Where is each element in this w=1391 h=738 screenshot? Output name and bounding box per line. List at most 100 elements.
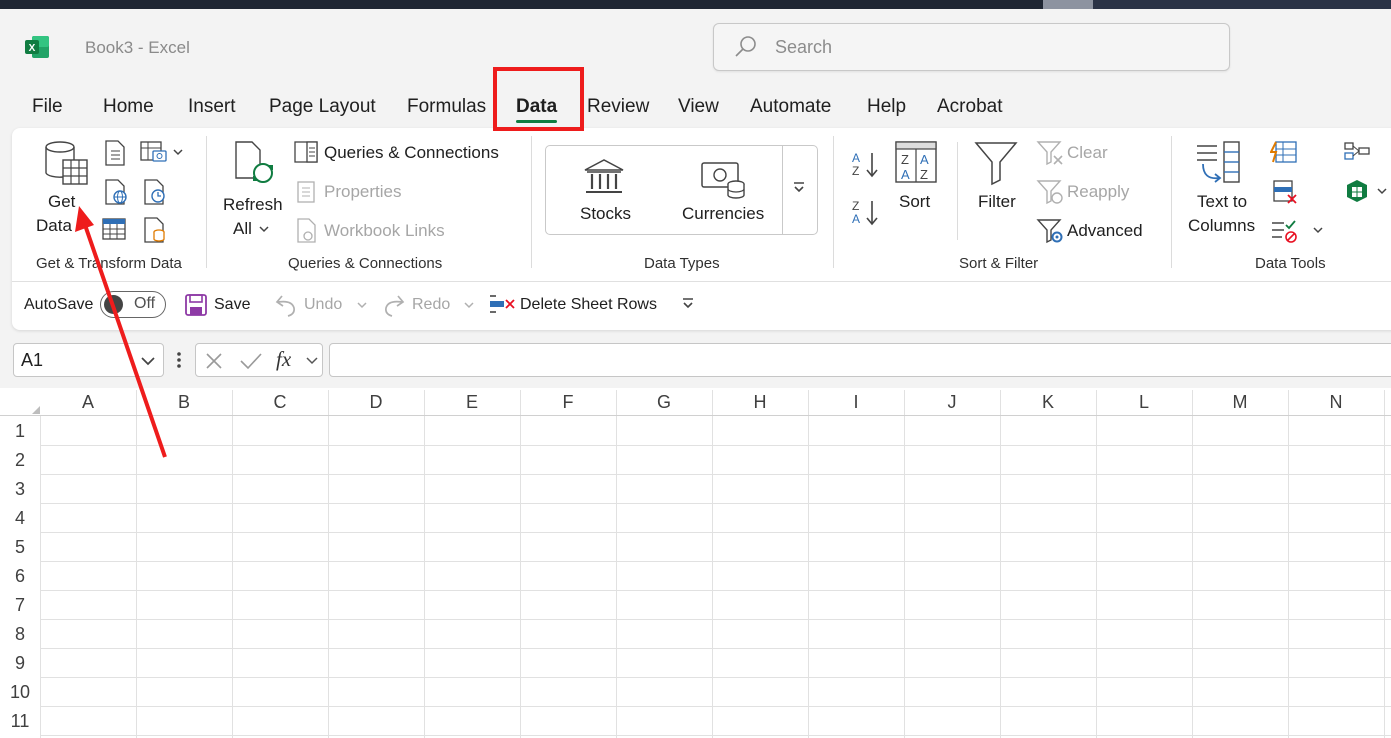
row-line — [40, 590, 1391, 591]
properties-icon[interactable] — [296, 180, 318, 204]
chevron-down-icon[interactable] — [258, 223, 270, 235]
column-line — [232, 416, 233, 738]
column-header[interactable]: I — [808, 388, 904, 415]
customize-toolbar-icon[interactable] — [681, 297, 695, 311]
consolidate-icon[interactable] — [1343, 140, 1371, 164]
currencies-button[interactable]: Currencies — [682, 204, 764, 224]
data-validation-icon[interactable] — [1270, 218, 1300, 244]
chevron-down-icon[interactable] — [1376, 185, 1388, 197]
row-header[interactable]: 10 — [0, 677, 40, 706]
excel-logo-icon: X — [25, 36, 49, 58]
chevron-down-icon[interactable] — [305, 355, 319, 367]
row-header[interactable]: 8 — [0, 619, 40, 648]
from-text-csv-icon[interactable] — [103, 140, 127, 166]
stocks-bank-icon[interactable] — [583, 158, 625, 196]
row-header[interactable]: 6 — [0, 561, 40, 590]
delete-sheet-rows-button[interactable]: Delete Sheet Rows — [520, 296, 657, 314]
formula-input[interactable] — [329, 343, 1391, 377]
reapply-button[interactable]: Reapply — [1067, 182, 1129, 202]
row-header[interactable]: 3 — [0, 474, 40, 503]
filter-funnel-icon — [974, 142, 1018, 186]
advanced-filter-icon[interactable] — [1036, 218, 1064, 244]
flash-fill-icon[interactable] — [1270, 140, 1298, 164]
tab-insert[interactable]: Insert — [188, 96, 236, 118]
data-model-icon[interactable] — [1344, 178, 1372, 204]
name-box-value: A1 — [21, 350, 44, 370]
tab-view[interactable]: View — [678, 96, 719, 118]
properties-button[interactable]: Properties — [324, 182, 401, 202]
column-header[interactable]: E — [424, 388, 520, 415]
advanced-button[interactable]: Advanced — [1067, 221, 1143, 241]
column-header[interactable]: G — [616, 388, 712, 415]
undo-button[interactable]: Undo — [304, 296, 342, 314]
tab-page-layout[interactable]: Page Layout — [269, 96, 376, 118]
refresh-all-label-2[interactable]: All — [233, 219, 252, 239]
column-header[interactable]: K — [1000, 388, 1096, 415]
column-header[interactable]: J — [904, 388, 1000, 415]
tab-home[interactable]: Home — [103, 96, 154, 118]
currencies-icon[interactable] — [700, 160, 748, 200]
from-picture-icon[interactable] — [140, 140, 168, 164]
clear-button[interactable]: Clear — [1067, 143, 1108, 163]
row-header[interactable]: 9 — [0, 648, 40, 677]
column-header[interactable]: H — [712, 388, 808, 415]
save-icon[interactable] — [184, 293, 208, 317]
group-divider — [1171, 136, 1172, 268]
queries-connections-button[interactable]: Queries & Connections — [324, 143, 499, 163]
save-button[interactable]: Save — [214, 296, 250, 314]
delete-sheet-rows-icon[interactable] — [488, 293, 516, 317]
chevron-down-icon[interactable] — [1312, 224, 1324, 236]
row-header[interactable]: 4 — [0, 503, 40, 532]
worksheet-grid[interactable] — [0, 388, 1391, 738]
svg-text:A: A — [920, 152, 929, 167]
chevron-down-icon[interactable] — [172, 146, 184, 158]
tab-formulas[interactable]: Formulas — [407, 96, 486, 118]
text-to-columns-label-1[interactable]: Text to — [1197, 192, 1247, 212]
redo-icon[interactable] — [382, 292, 406, 318]
tab-help[interactable]: Help — [867, 96, 906, 118]
column-header[interactable]: C — [232, 388, 328, 415]
tab-acrobat[interactable]: Acrobat — [937, 96, 1002, 118]
row-header[interactable]: 7 — [0, 590, 40, 619]
row-header[interactable]: 1 — [0, 416, 40, 445]
chevron-down-icon[interactable] — [463, 299, 475, 311]
reapply-filter-icon[interactable] — [1036, 179, 1064, 205]
remove-duplicates-icon[interactable] — [1272, 179, 1298, 205]
svg-text:A: A — [852, 212, 860, 226]
insert-function-button[interactable]: fx — [276, 347, 291, 372]
workbook-links-button[interactable]: Workbook Links — [324, 221, 445, 241]
column-header[interactable]: D — [328, 388, 424, 415]
tab-review[interactable]: Review — [587, 96, 649, 118]
row-line — [40, 619, 1391, 620]
row-header[interactable]: 5 — [0, 532, 40, 561]
column-header[interactable]: F — [520, 388, 616, 415]
os-taskbar-strip — [0, 0, 1391, 9]
clear-filter-icon[interactable] — [1036, 140, 1064, 166]
tab-automate[interactable]: Automate — [750, 96, 831, 118]
svg-text:Z: Z — [852, 164, 859, 178]
enter-check-icon[interactable] — [239, 352, 263, 370]
refresh-all-label-1[interactable]: Refresh — [223, 195, 283, 215]
cancel-icon[interactable] — [205, 352, 223, 370]
sort-button[interactable]: Sort — [899, 192, 930, 212]
search-input[interactable]: Search — [713, 23, 1230, 71]
get-data-label-2[interactable]: Data — [36, 216, 72, 236]
redo-button[interactable]: Redo — [412, 296, 450, 314]
column-header[interactable]: M — [1192, 388, 1288, 415]
row-header[interactable]: 2 — [0, 445, 40, 474]
row-header[interactable]: 11 — [0, 706, 40, 735]
gallery-expand-icon[interactable] — [792, 181, 806, 195]
queries-connections-icon[interactable] — [294, 141, 318, 163]
tab-file[interactable]: File — [32, 96, 63, 118]
sort-a-to-z-icon[interactable]: AZ — [850, 150, 880, 178]
sort-z-to-a-icon[interactable]: ZA — [850, 198, 880, 226]
svg-text:A: A — [852, 151, 860, 165]
column-header[interactable]: N — [1288, 388, 1384, 415]
stocks-button[interactable]: Stocks — [580, 204, 631, 224]
undo-icon[interactable] — [274, 292, 298, 318]
workbook-links-icon[interactable] — [296, 218, 318, 244]
column-header[interactable]: L — [1096, 388, 1192, 415]
text-to-columns-label-2[interactable]: Columns — [1188, 216, 1255, 236]
chevron-down-icon[interactable] — [356, 299, 368, 311]
filter-button[interactable]: Filter — [978, 192, 1016, 212]
